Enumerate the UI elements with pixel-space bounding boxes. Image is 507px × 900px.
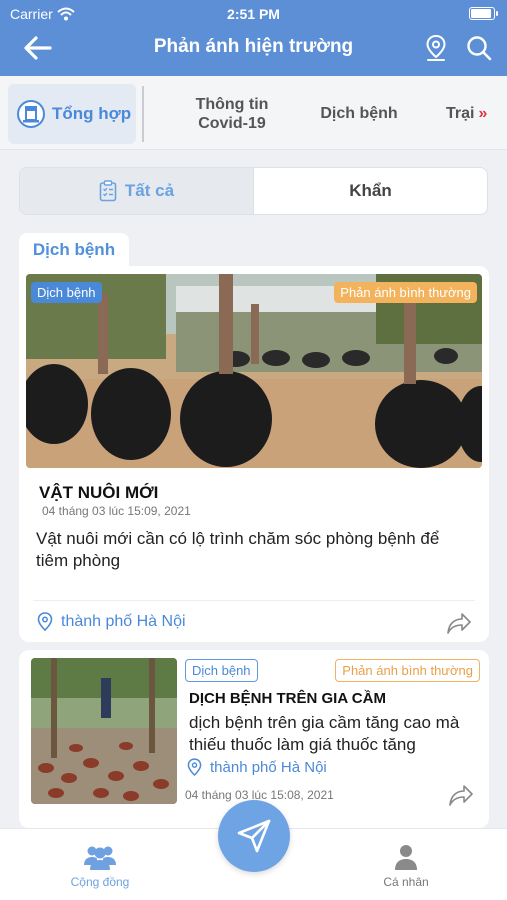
- app-header: Carrier 2:51 PM Phản ánh hiện trường: [0, 0, 507, 76]
- category-tab-bar: Tổng hợp Thông tin Covid-19 Dịch bệnh Tr…: [0, 76, 507, 150]
- ostrich-photo: [26, 274, 482, 468]
- segment-urgent-button[interactable]: Khẩn: [254, 168, 487, 214]
- location-pin-icon: [187, 758, 202, 777]
- tab-label: Dịch bệnh: [320, 105, 398, 123]
- share-icon[interactable]: [447, 782, 475, 808]
- divider: [33, 600, 475, 601]
- more-tabs-chevron-icon[interactable]: »: [478, 104, 487, 123]
- community-icon: [84, 846, 116, 870]
- clipboard-list-icon: [99, 180, 117, 202]
- battery-icon: [469, 7, 498, 20]
- category-badge: Dịch bệnh: [185, 659, 258, 682]
- tab-dich-benh[interactable]: Dịch bệnh: [306, 84, 412, 144]
- paper-plane-icon: [237, 819, 271, 853]
- segment-all-button[interactable]: Tất cả: [20, 168, 254, 214]
- category-badge: Dịch bệnh: [31, 282, 102, 303]
- post-title: VẬT NUÔI MỚI: [39, 483, 159, 502]
- post-title: DỊCH BỆNH TRÊN GIA CẦM: [189, 690, 386, 707]
- tab-profile[interactable]: Cá nhân: [346, 843, 466, 889]
- share-icon[interactable]: [445, 610, 473, 636]
- tab-divider: [142, 86, 144, 142]
- post-image-chickens: [31, 658, 177, 804]
- hanoi-logo-icon: [17, 100, 45, 128]
- tab-trai[interactable]: Trại »: [432, 84, 507, 144]
- filter-segment: Tất cả Khẩn: [19, 167, 488, 215]
- post-date: 04 tháng 03 lúc 15:09, 2021: [42, 504, 191, 518]
- map-pin-icon[interactable]: [423, 34, 449, 62]
- tab-community-label: Cộng đồng: [70, 875, 130, 889]
- status-badge: Phản ánh bình thường: [334, 282, 477, 303]
- segment-all-label: Tất cả: [124, 181, 175, 200]
- tab-label: Tổng hợp: [52, 104, 132, 123]
- tab-tong-hop[interactable]: Tổng hợp: [8, 84, 136, 144]
- nav-bar: Phản ánh hiện trường: [0, 28, 507, 68]
- location-text: thành phố Hà Nội: [61, 613, 186, 630]
- tab-covid-19[interactable]: Thông tin Covid-19: [170, 84, 294, 144]
- post-card[interactable]: Dịch bệnh Phản ánh bình thường VẬT NUÔI …: [19, 266, 489, 642]
- status-bar: Carrier 2:51 PM: [0, 4, 507, 24]
- location-text: thành phố Hà Nội: [210, 759, 327, 776]
- profile-icon: [395, 845, 417, 870]
- section-label: Dịch bệnh: [19, 233, 129, 267]
- chicken-photo: [31, 658, 177, 804]
- tab-profile-label: Cá nhân: [383, 875, 429, 889]
- search-icon[interactable]: [465, 34, 493, 62]
- post-description: dịch bệnh trên gia cầm tăng cao mà thiếu…: [189, 713, 460, 754]
- post-image-ostriches: Dịch bệnh Phản ánh bình thường: [26, 274, 482, 468]
- post-description: Vật nuôi mới cần có lộ trình chăm sóc ph…: [36, 529, 440, 570]
- status-time: 2:51 PM: [227, 6, 280, 22]
- segment-urgent-label: Khẩn: [349, 181, 392, 200]
- tab-label: Thông tin Covid-19: [195, 95, 269, 132]
- post-location: thành phố Hà Nội: [187, 758, 327, 777]
- tab-community[interactable]: Cộng đồng: [40, 843, 160, 889]
- send-report-button[interactable]: [218, 800, 290, 872]
- tab-label: Trại: [446, 105, 475, 123]
- status-badge: Phản ánh bình thường: [335, 659, 480, 682]
- location-pin-icon: [37, 612, 53, 632]
- post-location: thành phố Hà Nội: [37, 612, 186, 632]
